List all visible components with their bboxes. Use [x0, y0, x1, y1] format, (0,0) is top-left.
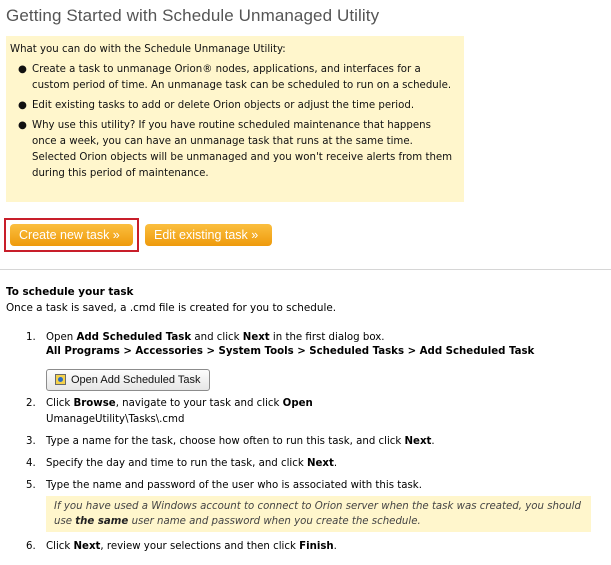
- note-text: user name and password when you create t…: [128, 516, 421, 527]
- step-text: , navigate to your task and click: [115, 398, 283, 409]
- page-title: Getting Started with Schedule Unmanaged …: [6, 6, 380, 25]
- step-number: 3.: [26, 436, 36, 447]
- bullet-icon: ●: [18, 64, 27, 75]
- bullet-icon: ●: [18, 100, 27, 111]
- step-number: 1.: [26, 332, 36, 343]
- list-item: ● Create a task to unmanage Orion® nodes…: [10, 62, 456, 94]
- step-number: 6.: [26, 541, 36, 552]
- steps-list: 1. Open Add Scheduled Task and click Nex…: [20, 331, 610, 554]
- step-bold-text: Open: [282, 398, 313, 409]
- step-number: 2.: [26, 398, 36, 409]
- step-4: 4. Specify the day and time to run the t…: [20, 457, 610, 471]
- info-intro: What you can do with the Schedule Unmana…: [10, 44, 286, 55]
- step-text: Click: [46, 541, 74, 552]
- step-bold-text: Finish: [299, 541, 334, 552]
- step-1: 1. Open Add Scheduled Task and click Nex…: [20, 331, 610, 391]
- schedule-section: To schedule your task Once a task is sav…: [6, 285, 336, 315]
- info-box: What you can do with the Schedule Unmana…: [6, 36, 464, 202]
- menu-path: All Programs > Accessories > System Tool…: [46, 346, 535, 357]
- step-bold-text: Next: [73, 541, 101, 552]
- scheduled-task-icon: [55, 374, 66, 385]
- step-number: 5.: [26, 480, 36, 491]
- step-5: 5. Type the name and password of the use…: [20, 479, 610, 532]
- bullet-icon: ●: [18, 120, 27, 131]
- step-text: Click: [46, 398, 74, 409]
- step-text: Type a name for the task, choose how oft…: [46, 436, 405, 447]
- step-text: .: [431, 436, 435, 447]
- step-text: and click: [191, 332, 243, 343]
- step-2: 2. Click Browse, navigate to your task a…: [20, 397, 610, 427]
- task-file-path: UmanageUtility\Tasks\.cmd: [46, 414, 185, 425]
- step-text: Type the name and password of the user w…: [46, 480, 422, 491]
- windows-account-note: If you have used a Windows account to co…: [46, 496, 591, 532]
- open-add-scheduled-task-button[interactable]: Open Add Scheduled Task: [46, 369, 211, 391]
- step-text: , review your selections and then click: [100, 541, 300, 552]
- section-divider: [0, 269, 611, 270]
- step-bold-text: Next: [307, 458, 334, 469]
- button-label: Open Add Scheduled Task: [71, 374, 201, 386]
- step-bold-text: Add Scheduled Task: [76, 332, 192, 343]
- info-bullet-text: Why use this utility? If you have routin…: [32, 120, 453, 179]
- step-text: Open: [46, 332, 77, 343]
- schedule-subtext: Once a task is saved, a .cmd file is cre…: [6, 302, 337, 314]
- schedule-heading: To schedule your task: [6, 286, 134, 298]
- step-bold-text: Next: [242, 332, 270, 343]
- step-3: 3. Type a name for the task, choose how …: [20, 435, 610, 449]
- note-bold-text: the same: [75, 516, 129, 527]
- step-6: 6. Click Next, review your selections an…: [20, 540, 610, 554]
- info-bullet-text: Edit existing tasks to add or delete Ori…: [32, 100, 415, 111]
- info-list: ● Create a task to unmanage Orion® nodes…: [10, 62, 456, 182]
- edit-existing-task-button[interactable]: Edit existing task »: [145, 224, 272, 246]
- step-bold-text: Next: [404, 436, 432, 447]
- step-text: .: [333, 458, 338, 469]
- step-text: in the first dialog box.: [269, 332, 385, 343]
- step-bold-text: Browse: [73, 398, 116, 409]
- list-item: ● Why use this utility? If you have rout…: [10, 118, 456, 182]
- step-text: Specify the day and time to run the task…: [46, 458, 307, 469]
- list-item: ● Edit existing tasks to add or delete O…: [10, 98, 456, 114]
- step-text: .: [333, 541, 337, 552]
- create-new-task-button[interactable]: Create new task »: [10, 224, 133, 246]
- step-number: 4.: [26, 458, 36, 469]
- info-bullet-text: Create a task to unmanage Orion® nodes, …: [32, 64, 452, 91]
